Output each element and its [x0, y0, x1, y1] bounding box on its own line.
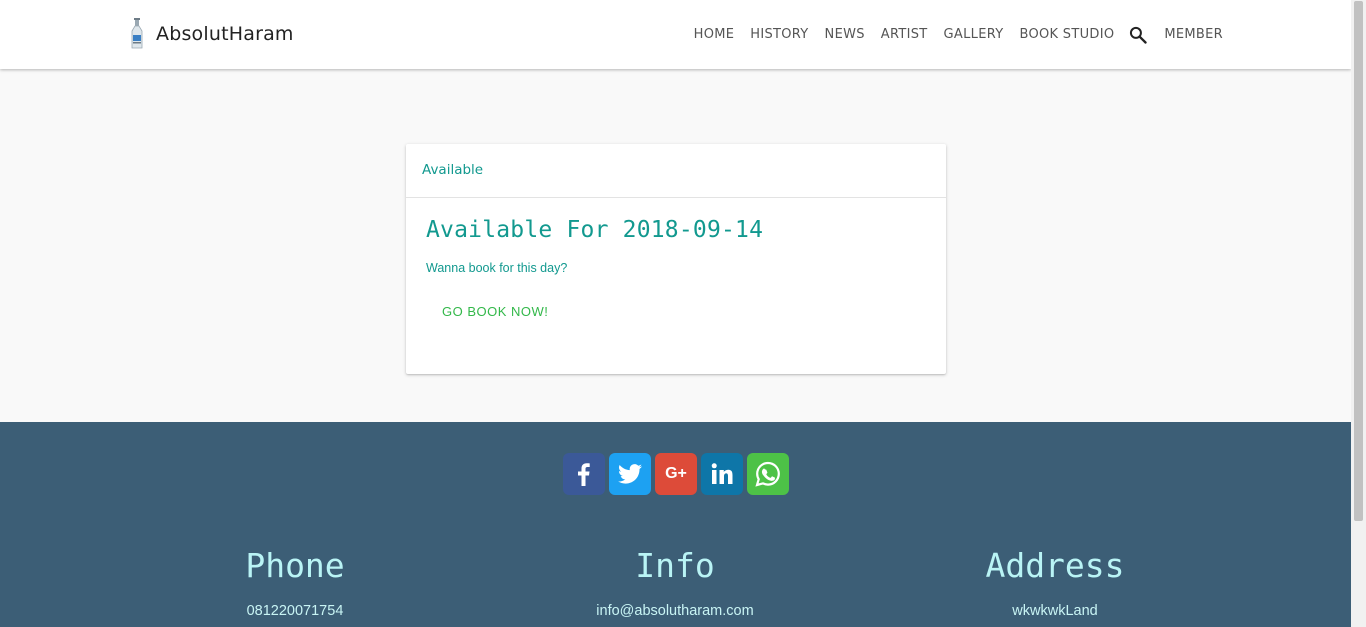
availability-card: Available Available For 2018-09-14 Wanna…	[406, 144, 946, 374]
footer-address-value: wkwkwkLand	[1012, 603, 1098, 619]
facebook-icon	[573, 462, 595, 486]
nav-gallery[interactable]: GALLERY	[944, 27, 1004, 42]
footer-address: Address wkwkwkLand	[855, 546, 1255, 619]
nav-history[interactable]: HISTORY	[750, 27, 808, 42]
tab-available[interactable]: Available	[422, 162, 483, 178]
vertical-scrollbar[interactable]	[1351, 0, 1366, 627]
google-plus-button[interactable]: G+	[655, 453, 697, 495]
whatsapp-icon	[755, 461, 781, 487]
footer-info-heading: Info	[635, 546, 715, 585]
bottle-logo-icon	[128, 18, 146, 50]
footer-info: Info info@absolutharam.com	[475, 546, 875, 619]
card-tab-bar: Available	[406, 144, 946, 198]
footer-phone: Phone 081220071754	[95, 546, 495, 619]
top-navbar: AbsolutHaram HOME HISTORY NEWS ARTIST GA…	[0, 0, 1351, 69]
page: AbsolutHaram HOME HISTORY NEWS ARTIST GA…	[0, 0, 1351, 627]
nav-book-studio[interactable]: BOOK STUDIO	[1019, 27, 1114, 42]
nav-home[interactable]: HOME	[694, 27, 735, 42]
card-subtitle: Wanna book for this day?	[426, 261, 568, 275]
go-book-now-button[interactable]: GO BOOK NOW!	[426, 298, 564, 325]
social-links: G+	[563, 453, 793, 495]
linkedin-icon	[711, 463, 733, 485]
footer-phone-value: 081220071754	[246, 603, 344, 619]
brand-name: AbsolutHaram	[156, 23, 294, 45]
footer: G+ Phone 081220071754 Info info@absoluth…	[0, 422, 1351, 627]
scrollbar-thumb[interactable]	[1354, 1, 1363, 521]
facebook-button[interactable]	[563, 453, 605, 495]
main-menu: HOME HISTORY NEWS ARTIST GALLERY BOOK ST…	[678, 0, 1223, 69]
google-plus-icon: G+	[665, 465, 687, 482]
brand[interactable]: AbsolutHaram	[128, 17, 294, 51]
search-icon[interactable]	[1128, 25, 1148, 45]
twitter-icon	[618, 463, 642, 485]
nav-member[interactable]: MEMBER	[1164, 27, 1223, 42]
card-title: Available For 2018-09-14	[426, 217, 764, 243]
nav-news[interactable]: NEWS	[825, 27, 865, 42]
whatsapp-button[interactable]	[747, 453, 789, 495]
footer-address-heading: Address	[985, 546, 1125, 585]
nav-artist[interactable]: ARTIST	[881, 27, 928, 42]
footer-phone-heading: Phone	[245, 546, 345, 585]
linkedin-button[interactable]	[701, 453, 743, 495]
twitter-button[interactable]	[609, 453, 651, 495]
footer-info-email[interactable]: info@absolutharam.com	[475, 603, 875, 619]
